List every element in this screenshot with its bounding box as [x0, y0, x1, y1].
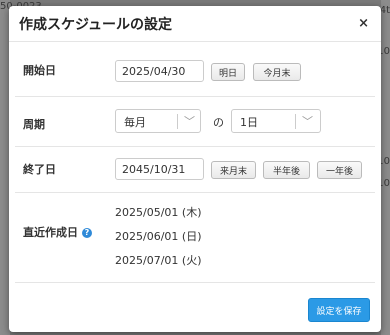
close-button[interactable]: ×	[356, 16, 371, 31]
select-divider	[177, 114, 178, 129]
tomorrow-button[interactable]: 明日	[211, 63, 245, 81]
upcoming-dates-label: 直近作成日?	[23, 224, 92, 240]
schedule-settings-modal: 作成スケジュールの設定 × 開始日 2025/04/30 明日 今月末 周期 毎…	[9, 6, 381, 332]
background-text: 4t	[379, 5, 390, 16]
end-date-label: 終了日	[23, 163, 56, 176]
end-date-row: 終了日 2045/10/31 来月末 半年後 一年後	[15, 146, 375, 193]
help-icon[interactable]: ?	[82, 228, 92, 238]
upcoming-date-3: 2025/07/01 (火)	[115, 254, 202, 267]
one-year-button[interactable]: 一年後	[317, 161, 362, 179]
start-date-label: 開始日	[23, 64, 56, 77]
upcoming-date-2: 2025/06/01 (日)	[115, 230, 202, 243]
period-select[interactable]: 毎月 ﹀	[115, 109, 201, 133]
chevron-down-icon: ﹀	[302, 115, 313, 128]
chevron-down-icon: ﹀	[184, 115, 195, 128]
day-select-value: 1日	[240, 116, 258, 129]
save-settings-button[interactable]: 設定を保存	[308, 298, 370, 322]
day-select[interactable]: 1日 ﹀	[231, 109, 321, 133]
cycle-row: 周期 毎月 ﹀ の 1日 ﹀	[15, 96, 375, 147]
next-month-end-button[interactable]: 来月末	[211, 161, 256, 179]
half-year-button[interactable]: 半年後	[263, 161, 310, 179]
select-divider	[295, 114, 296, 129]
period-select-value: 毎月	[124, 116, 146, 129]
upcoming-date-1: 2025/05/01 (木)	[115, 206, 202, 219]
modal-title: 作成スケジュールの設定	[19, 16, 173, 33]
cycle-label: 周期	[23, 118, 45, 131]
upcoming-dates-row: 直近作成日? 2025/05/01 (木) 2025/06/01 (日) 202…	[15, 192, 375, 283]
connector-text: の	[213, 116, 224, 129]
start-date-row: 開始日 2025/04/30 明日 今月末	[15, 42, 375, 97]
upcoming-dates-label-text: 直近作成日	[23, 226, 78, 239]
modal-header: 作成スケジュールの設定 ×	[9, 6, 381, 42]
start-date-input[interactable]: 2025/04/30	[115, 60, 204, 82]
end-date-input[interactable]: 2045/10/31	[115, 158, 204, 180]
month-end-button[interactable]: 今月末	[253, 63, 301, 81]
